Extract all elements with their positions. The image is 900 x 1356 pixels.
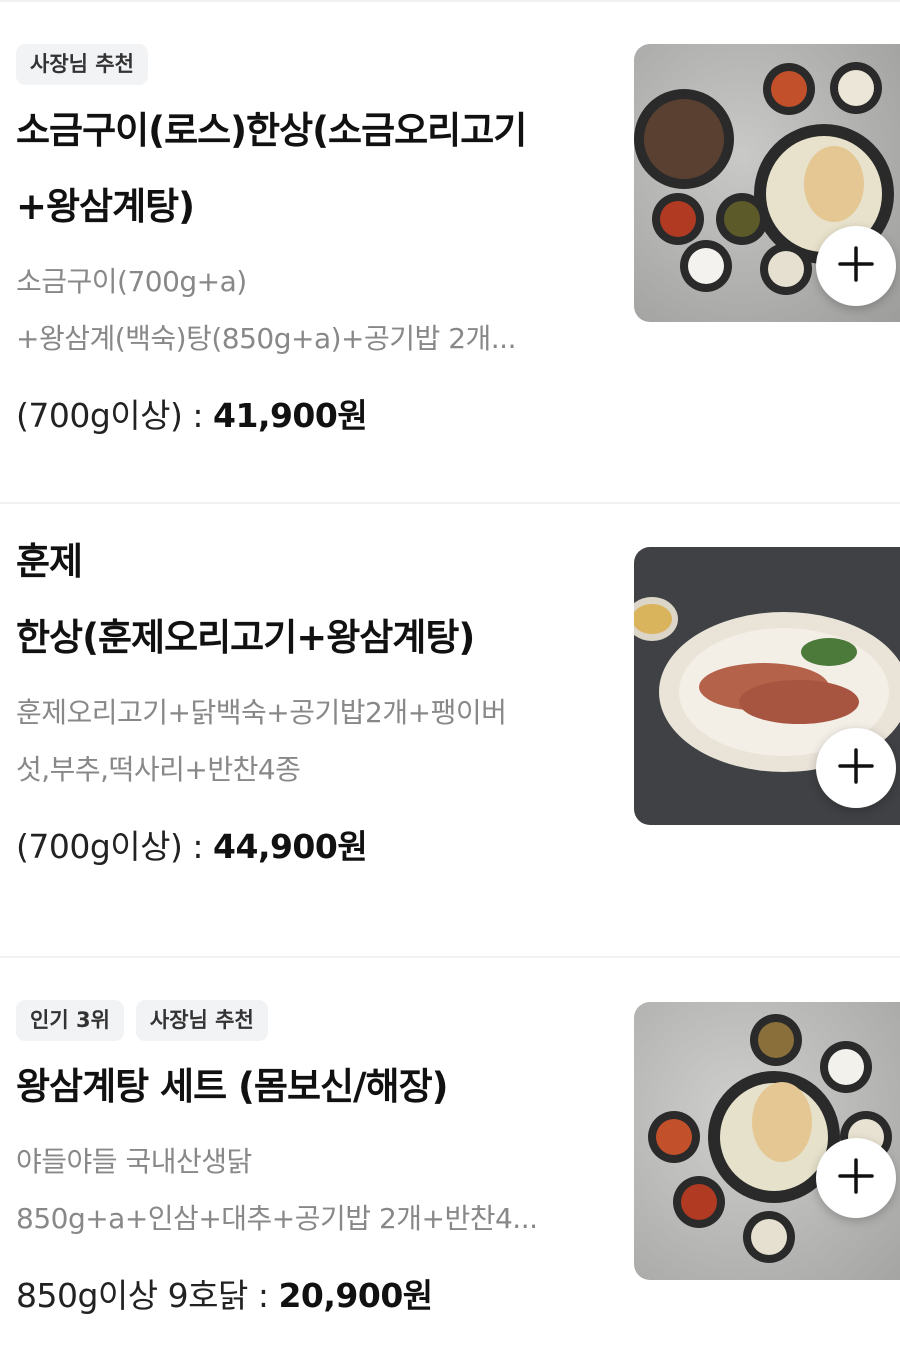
add-to-cart-button[interactable] [816, 728, 896, 808]
price-row: 850g이상 9호닭 : 20,900원 [16, 1269, 616, 1317]
menu-item-description: 야들야들 국내산생닭 850g+a+인삼+대추+공기밥 2개+반찬4... [16, 1133, 616, 1247]
price-row: (700g이상) : 44,900원 [16, 820, 616, 868]
badge-row: 사장님 추천 [16, 44, 616, 85]
description-line: 훈제오리고기+닭백숙+공기밥2개+팽이버 [16, 696, 507, 729]
price: 20,900원 [278, 1276, 433, 1315]
add-to-cart-button[interactable] [816, 1138, 896, 1218]
menu-item[interactable]: 훈제 한상(훈제오리고기+왕삼계탕) 훈제오리고기+닭백숙+공기밥2개+팽이버 … [0, 504, 900, 956]
menu-item-title[interactable]: 왕삼계탕 세트 (몸보신/해장) [16, 1049, 616, 1125]
description-line: 850g+a+인삼+대추+공기밥 2개+반찬4... [16, 1202, 538, 1235]
menu-item-info: 훈제 한상(훈제오리고기+왕삼계탕) 훈제오리고기+닭백숙+공기밥2개+팽이버 … [16, 524, 616, 868]
menu-item-title[interactable]: 소금구이(로스)한상(소금오리고기 +왕삼계탕) [16, 93, 616, 245]
menu-item-info: 사장님 추천 소금구이(로스)한상(소금오리고기 +왕삼계탕) 소금구이(700… [16, 44, 616, 437]
menu-item-info: 인기 3위 사장님 추천 왕삼계탕 세트 (몸보신/해장) 야들야들 국내산생닭… [16, 1000, 616, 1317]
description-line: 섯,부추,떡사리+반찬4종 [16, 753, 301, 786]
price: 44,900원 [213, 827, 368, 866]
menu-item-description: 훈제오리고기+닭백숙+공기밥2개+팽이버 섯,부추,떡사리+반찬4종 [16, 684, 616, 798]
plus-icon [836, 746, 876, 790]
description-line: 소금구이(700g+a) [16, 265, 247, 298]
description-line: 야들야들 국내산생닭 [16, 1145, 252, 1178]
plus-icon [836, 244, 876, 288]
title-line: 훈제 [16, 540, 83, 583]
price: 41,900원 [213, 396, 368, 435]
add-to-cart-button[interactable] [816, 226, 896, 306]
badge-row: 인기 3위 사장님 추천 [16, 1000, 616, 1041]
price-label: (700g이상) : [16, 827, 214, 866]
badge-owner-recommend: 사장님 추천 [16, 44, 148, 85]
menu-item-description: 소금구이(700g+a) +왕삼계(백숙)탕(850g+a)+공기밥 2개... [16, 253, 616, 367]
menu-item-title[interactable]: 훈제 한상(훈제오리고기+왕삼계탕) [16, 524, 616, 676]
plus-icon [836, 1156, 876, 1200]
price-label: 850g이상 9호닭 : [16, 1276, 279, 1315]
description-line: +왕삼계(백숙)탕(850g+a)+공기밥 2개... [16, 322, 516, 355]
badge-owner-recommend: 사장님 추천 [135, 1000, 268, 1041]
title-line: 한상(훈제오리고기+왕삼계탕) [16, 616, 475, 659]
price-label: (700g이상) : [16, 396, 214, 435]
menu-item[interactable]: 인기 3위 사장님 추천 왕삼계탕 세트 (몸보신/해장) 야들야들 국내산생닭… [0, 958, 900, 1356]
price-row: (700g이상) : 41,900원 [16, 389, 616, 437]
menu-list: 사장님 추천 소금구이(로스)한상(소금오리고기 +왕삼계탕) 소금구이(700… [0, 0, 900, 1356]
title-line: 소금구이(로스)한상(소금오리고기 [16, 109, 527, 152]
title-line: 왕삼계탕 세트 (몸보신/해장) [16, 1065, 449, 1108]
badge-popular-rank: 인기 3위 [16, 1000, 124, 1041]
title-line: +왕삼계탕) [16, 185, 195, 228]
menu-item[interactable]: 사장님 추천 소금구이(로스)한상(소금오리고기 +왕삼계탕) 소금구이(700… [0, 2, 900, 502]
